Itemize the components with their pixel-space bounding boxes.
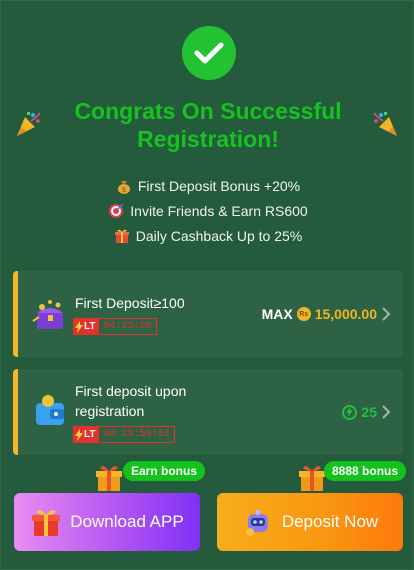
perk-item: Invite Friends & Earn RS600 [1, 198, 414, 223]
countdown-text: 04:23:20 [98, 318, 157, 335]
treasure-chest-icon [32, 300, 63, 329]
wallet-icon [36, 395, 64, 425]
perk-list: $ First Deposit Bonus +20% Invite Friend… [1, 173, 414, 248]
download-app-button[interactable]: Download APP [14, 493, 200, 551]
reward-amount: 25 [361, 404, 377, 420]
countdown-text: 6d 23:59:53 [98, 426, 175, 443]
task-title: First Deposit≥100 [75, 295, 185, 311]
download-app-label: Download APP [70, 512, 184, 531]
bonus-bolt-icon [342, 404, 358, 420]
perk-text: Daily Cashback Up to 25% [135, 227, 303, 244]
registration-success-panel: Congrats On Successful Registration! $ F… [0, 0, 414, 570]
limited-time-label: LT [84, 321, 96, 332]
robot-wallet-icon [245, 510, 268, 536]
task-title: First deposit upon registration [75, 383, 187, 419]
perk-item: Daily Cashback Up to 25% [1, 223, 414, 248]
registration-deposit-task-card[interactable]: First deposit upon registration LT 6d 23… [13, 369, 403, 455]
task-reward: MAX Rs 15,000.00 [262, 306, 377, 322]
earn-bonus-tag: Earn bonus [123, 461, 206, 481]
task-timer: LT 6d 23:59:53 [73, 426, 175, 443]
perk-text: First Deposit Bonus +20% [137, 177, 301, 194]
gift-icon [96, 466, 122, 491]
deposit-now-label: Deposit Now [281, 512, 379, 531]
gift-icon [114, 229, 129, 243]
money-bag-icon: $ [117, 180, 130, 194]
svg-text:$: $ [122, 186, 126, 194]
deposit-now-button[interactable]: Deposit Now [217, 493, 403, 551]
reward-prefix: MAX [261, 306, 293, 322]
lightning-icon [75, 320, 83, 333]
chevron-right-icon[interactable] [381, 404, 391, 420]
perk-text: Invite Friends & Earn RS600 [130, 202, 308, 219]
perk-item: $ First Deposit Bonus +20% [1, 173, 414, 198]
success-check-icon [182, 26, 236, 80]
limited-time-label: LT [84, 429, 96, 440]
limited-time-badge: LT [73, 318, 99, 335]
limited-time-badge: LT [73, 426, 99, 443]
task-timer: LT 04:23:20 [73, 318, 157, 335]
party-popper-icon [17, 112, 41, 136]
party-popper-icon [373, 112, 397, 136]
target-icon [109, 202, 124, 218]
task-reward: 25 [342, 404, 377, 420]
deposit-bonus-tag: 8888 bonus [324, 461, 407, 481]
gift-box-icon [32, 510, 61, 536]
first-deposit-task-card[interactable]: First Deposit≥100 LT 04:23:20 MAX Rs 15,… [13, 271, 403, 357]
gift-icon [299, 466, 325, 491]
rupee-coin-icon: Rs [296, 307, 311, 321]
reward-amount: 15,000.00 [314, 306, 377, 322]
chevron-right-icon[interactable] [381, 306, 391, 322]
lightning-icon [75, 428, 83, 441]
page-title: Congrats On Successful Registration! [74, 98, 342, 152]
